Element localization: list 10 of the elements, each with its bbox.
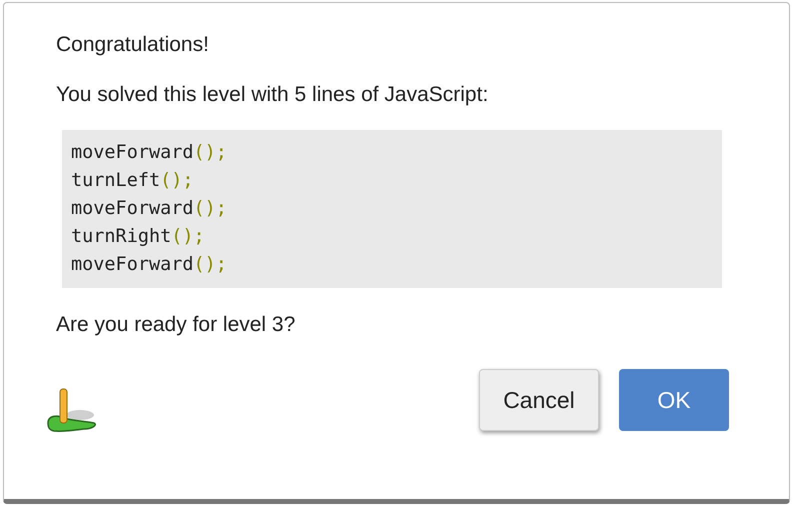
- ok-button[interactable]: OK: [619, 369, 729, 431]
- code-line: turnRight();: [71, 225, 205, 249]
- result-message: You solved this level with 5 lines of JavaScript:: [56, 83, 490, 107]
- question-text: Are you ready for level 3?: [56, 313, 296, 337]
- code-line: moveForward();: [71, 141, 227, 165]
- dialog-title: Congratulations!: [56, 33, 210, 57]
- code-line: moveForward();: [71, 197, 227, 221]
- code-line: turnLeft();: [71, 169, 194, 193]
- code-line: moveForward();: [71, 253, 227, 277]
- cancel-button[interactable]: Cancel: [479, 369, 599, 431]
